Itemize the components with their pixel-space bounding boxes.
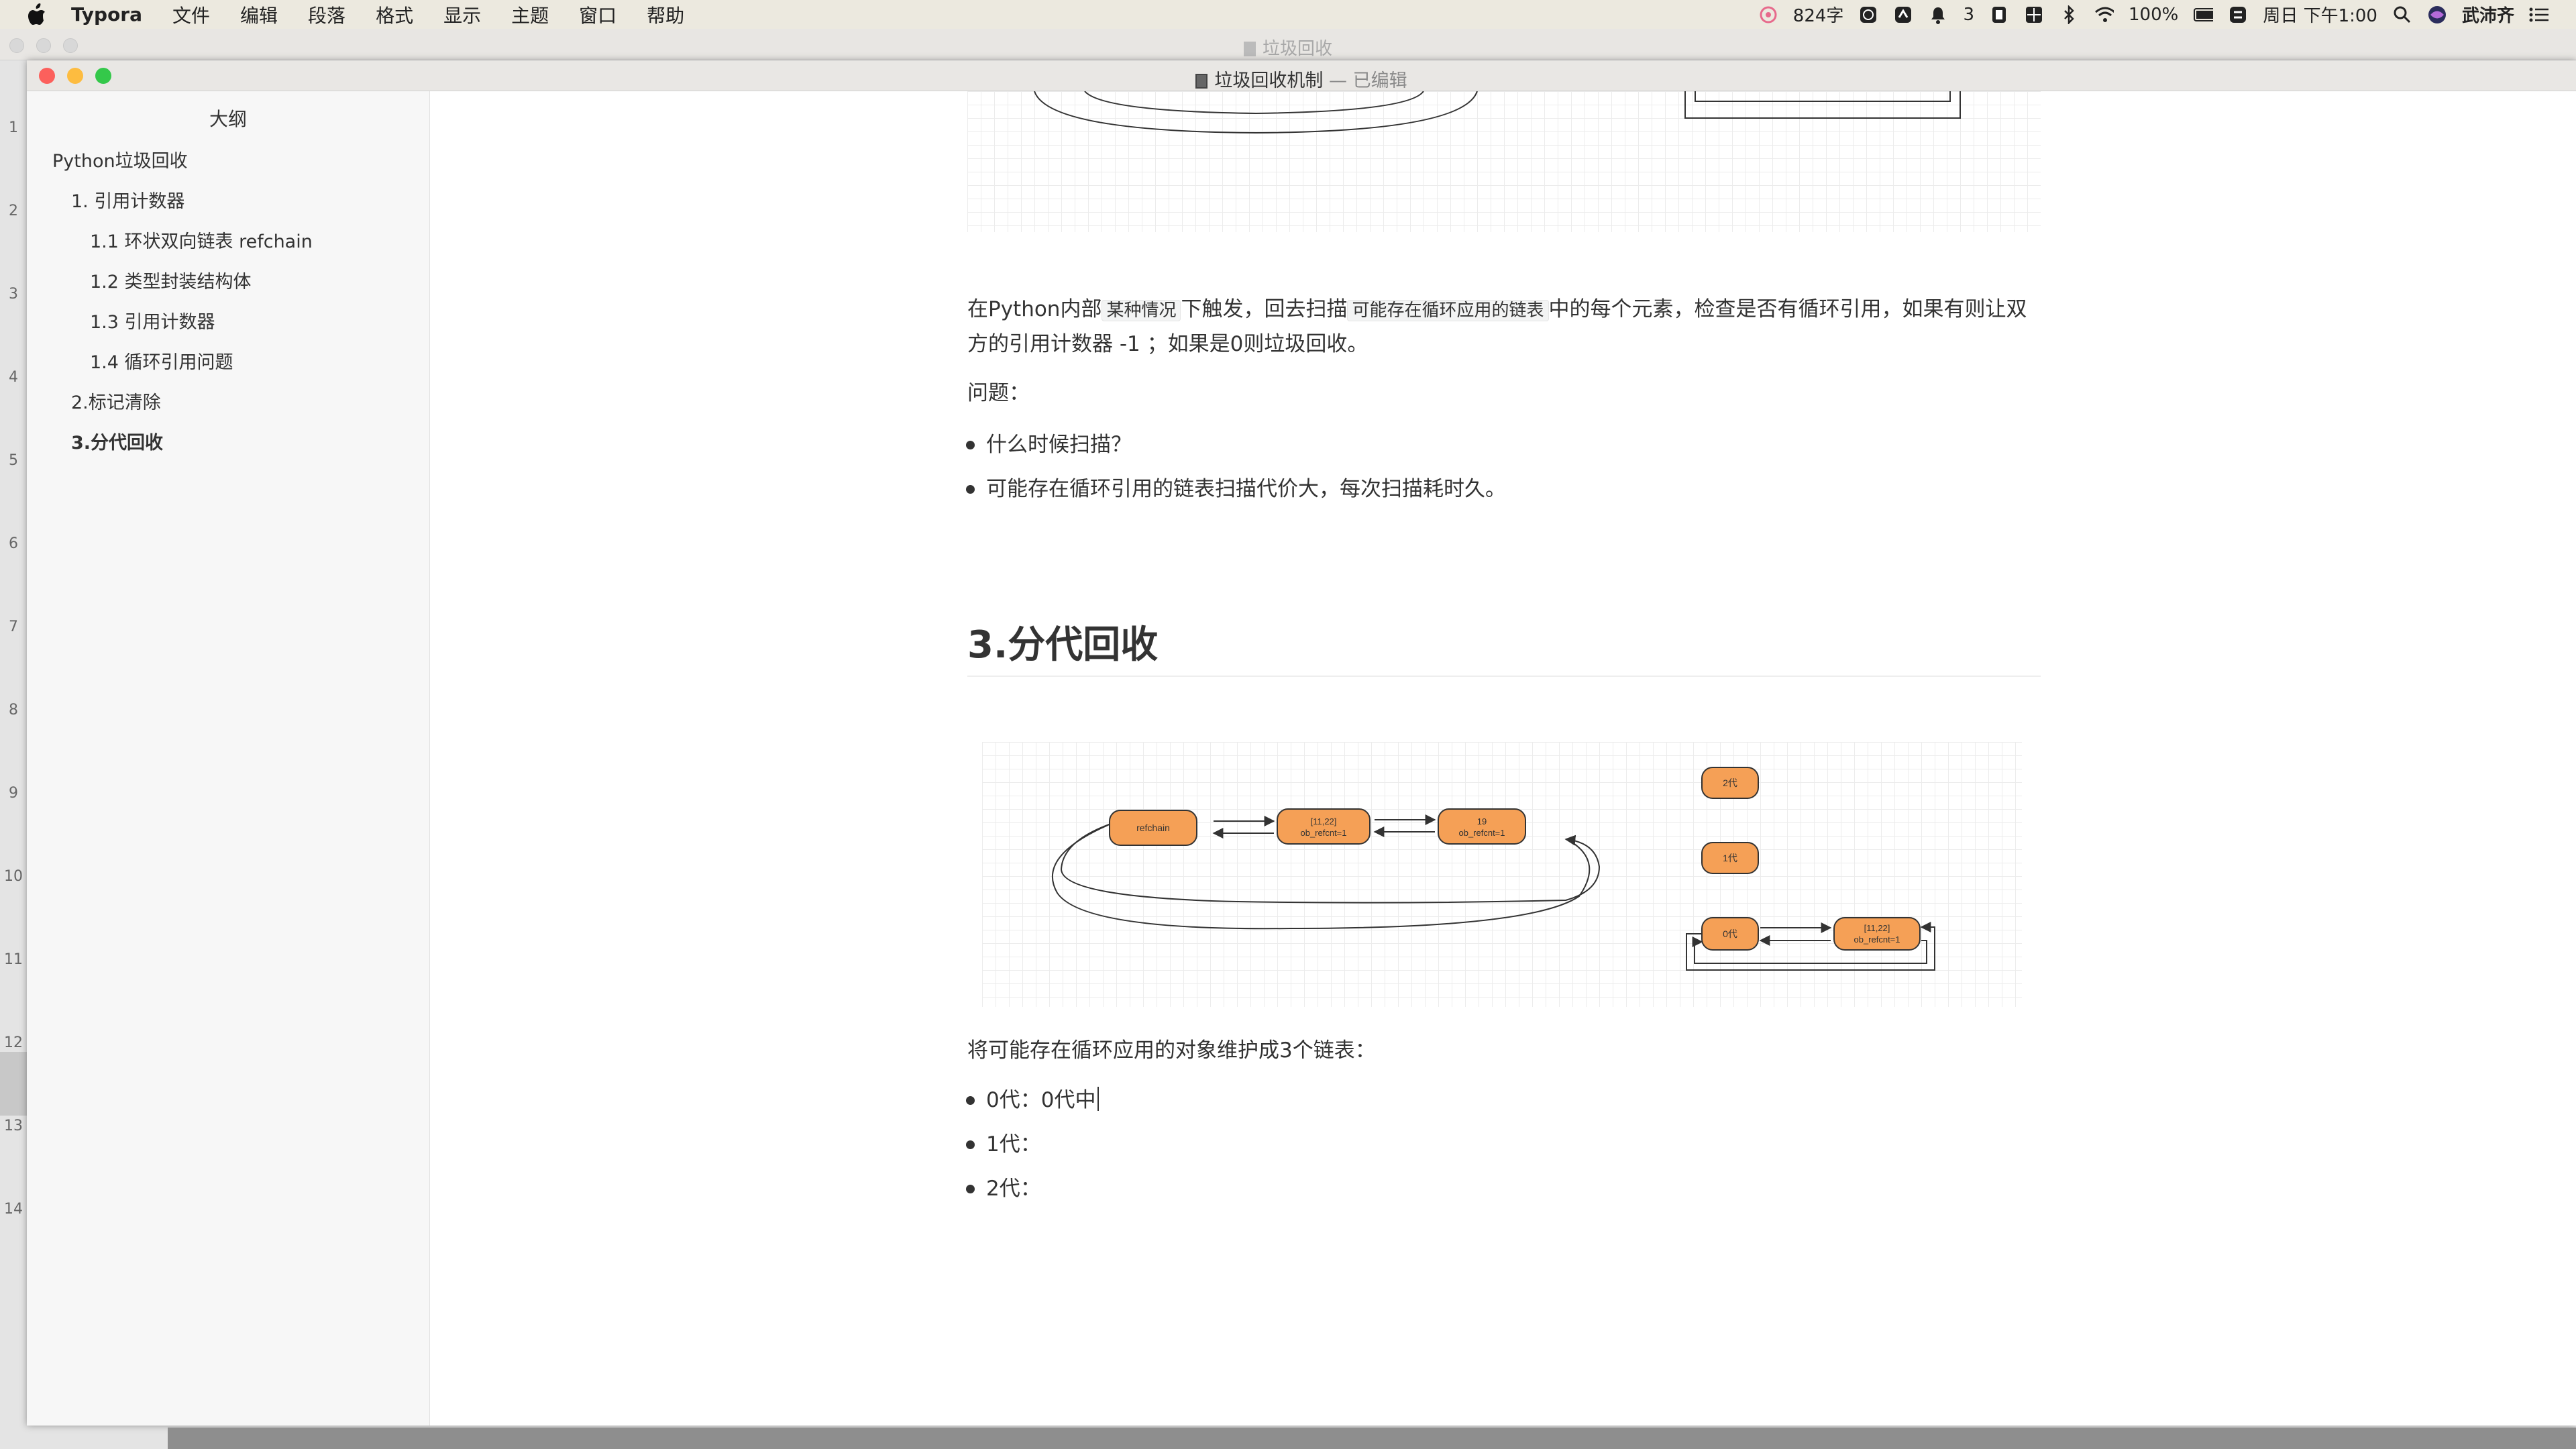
gen-0-label: 0代 [1723,928,1737,939]
swirl-app-icon[interactable] [1758,5,1778,25]
outline-item[interactable]: Python垃圾回收 [52,146,188,172]
outline-item[interactable]: 1.3 引用计数器 [90,307,215,333]
line-number: 6 [9,535,18,552]
node-refchain-label: refchain [1136,822,1170,833]
wifi-icon[interactable] [2094,5,2114,25]
current-line-highlight [0,1052,27,1116]
outline-sidebar: 大纲 Python垃圾回收 1. 引用计数器 1.1 环状双向链表 refcha… [27,91,430,1426]
outline-item[interactable]: 1.4 循环引用问题 [90,347,233,374]
text-span: 在Python内部 [967,297,1102,321]
gen-1-label: 1代 [1723,853,1737,863]
background-window-titlebar: 垃圾回收 [0,29,2576,60]
list-item[interactable]: 什么时候扫描？ [966,430,1132,460]
line-number: 13 [4,1118,23,1134]
list-item-gen-2[interactable]: 2代： [966,1174,1041,1203]
list-item[interactable]: 可能存在循环引用的链表扫描代价大，每次扫描耗时久。 [966,474,1506,504]
line-number: 4 [9,369,18,386]
outline-item[interactable]: 1.1 环状双向链表 refchain [90,227,313,253]
diagram-image-generations: refchain [11,22] ob_refcnt=1 19 ob_refcn… [982,742,2022,1007]
inline-code: 某种情况 [1102,300,1181,321]
menu-file[interactable]: 文件 [172,1,210,28]
editor-area[interactable]: 在Python内部 某种情况 下触发，回去扫描 可能存在循环应用的链表 中的每个元素，检… [431,91,2576,1426]
user-name[interactable]: 武沛齐 [2462,2,2514,27]
list-item-gen-0[interactable]: 0代：0代中 [965,1085,1099,1115]
node-int-refcnt: ob_refcnt=1 [1458,828,1505,838]
question-label[interactable]: 问题： [967,376,2041,410]
line-number: 9 [9,785,18,802]
menu-app-typora[interactable]: Typora [71,3,142,25]
line-number: 1 [9,119,18,136]
menu-theme[interactable]: 主题 [511,1,549,28]
line-number: 12 [4,1034,23,1051]
node-list-value: [11,22] [1311,816,1337,826]
node-list-11-22 [1277,808,1371,845]
grid-app-icon[interactable] [2024,5,2044,25]
clock[interactable]: 周日 下午1:00 [2263,2,2377,27]
window-title: 垃圾回收机制 [1214,70,1324,91]
diagram-image-refchain-top [967,91,2041,232]
window-titlebar: 垃圾回收机制 — 已编辑 [27,60,2576,91]
bell-icon[interactable] [1928,5,1948,25]
line-number: 2 [9,203,18,219]
text-cursor [1097,1087,1099,1111]
bluetooth-icon[interactable] [2059,5,2079,25]
gen0-list-refcnt: ob_refcnt=1 [1854,934,1900,945]
line-number: 8 [9,702,18,718]
apple-logo-icon[interactable] [27,3,48,26]
background-window-title: 垃圾回收 [1262,39,1332,59]
node-list-refcnt: ob_refcnt=1 [1300,828,1346,838]
sync-icon[interactable] [1893,5,1913,25]
outline-item[interactable]: 1.2 类型封装结构体 [90,267,252,293]
line-number: 11 [4,951,23,968]
line-number: 10 [4,868,23,885]
spotlight-search-icon[interactable] [2392,5,2412,25]
gauge-icon[interactable] [1858,5,1878,25]
word-count[interactable]: 824字 [1793,2,1844,27]
paragraph-three-lists[interactable]: 将可能存在循环应用的对象维护成3个链表： [967,1034,2041,1067]
edit-state: — 已编辑 [1329,70,1407,91]
list-item-text: 0代：0代中 [986,1088,1096,1112]
heading-generational-gc[interactable]: 3.分代回收 [967,614,2041,677]
line-number: 3 [9,286,18,303]
siri-icon[interactable] [2427,5,2447,25]
menu-help[interactable]: 帮助 [647,1,684,28]
dock-edge [168,1428,2576,1449]
outline-item[interactable]: 2.标记清除 [71,388,161,414]
document-icon [1195,74,1208,89]
node-int-19 [1438,808,1526,845]
line-number: 7 [9,619,18,635]
outline-item[interactable]: 1. 引用计数器 [71,186,184,213]
typing-app-icon[interactable] [2228,5,2248,25]
list-item-gen-1[interactable]: 1代： [966,1130,1041,1159]
list-menu-icon[interactable] [2529,5,2549,25]
menu-paragraph[interactable]: 段落 [308,1,345,28]
battery-percent: 100% [2128,4,2179,25]
typora-window: 垃圾回收机制 — 已编辑 大纲 Python垃圾回收 1. 引用计数器 1.1 … [27,60,2576,1426]
gen-2-label: 2代 [1723,777,1737,788]
menu-edit[interactable]: 编辑 [240,1,278,28]
notification-count: 3 [1963,4,1974,25]
paragraph-scan-description[interactable]: 在Python内部 某种情况 下触发，回去扫描 可能存在循环应用的链表 中的每个元素，检… [967,292,2041,361]
battery-icon[interactable] [2193,5,2214,25]
gen0-list-value: [11,22] [1864,923,1890,933]
inline-code: 可能存在循环应用的链表 [1347,300,1549,321]
clipboard-icon[interactable] [1989,5,2009,25]
menu-bar: Typora 文件 编辑 段落 格式 显示 主题 窗口 帮助 824字 3 10… [0,0,2576,29]
menu-view[interactable]: 显示 [443,1,481,28]
menu-format[interactable]: 格式 [376,1,413,28]
outline-item-active[interactable]: 3.分代回收 [71,428,163,454]
menu-window[interactable]: 窗口 [579,1,616,28]
text-span: 下触发，回去扫描 [1181,297,1348,321]
document-icon [1243,42,1256,56]
line-number: 5 [9,452,18,469]
node-int-value: 19 [1477,816,1487,826]
outline-title: 大纲 [209,108,247,130]
line-number-gutter: 1 2 3 4 5 6 7 8 9 10 11 12 13 14 [0,91,27,1433]
line-number: 14 [4,1201,23,1218]
